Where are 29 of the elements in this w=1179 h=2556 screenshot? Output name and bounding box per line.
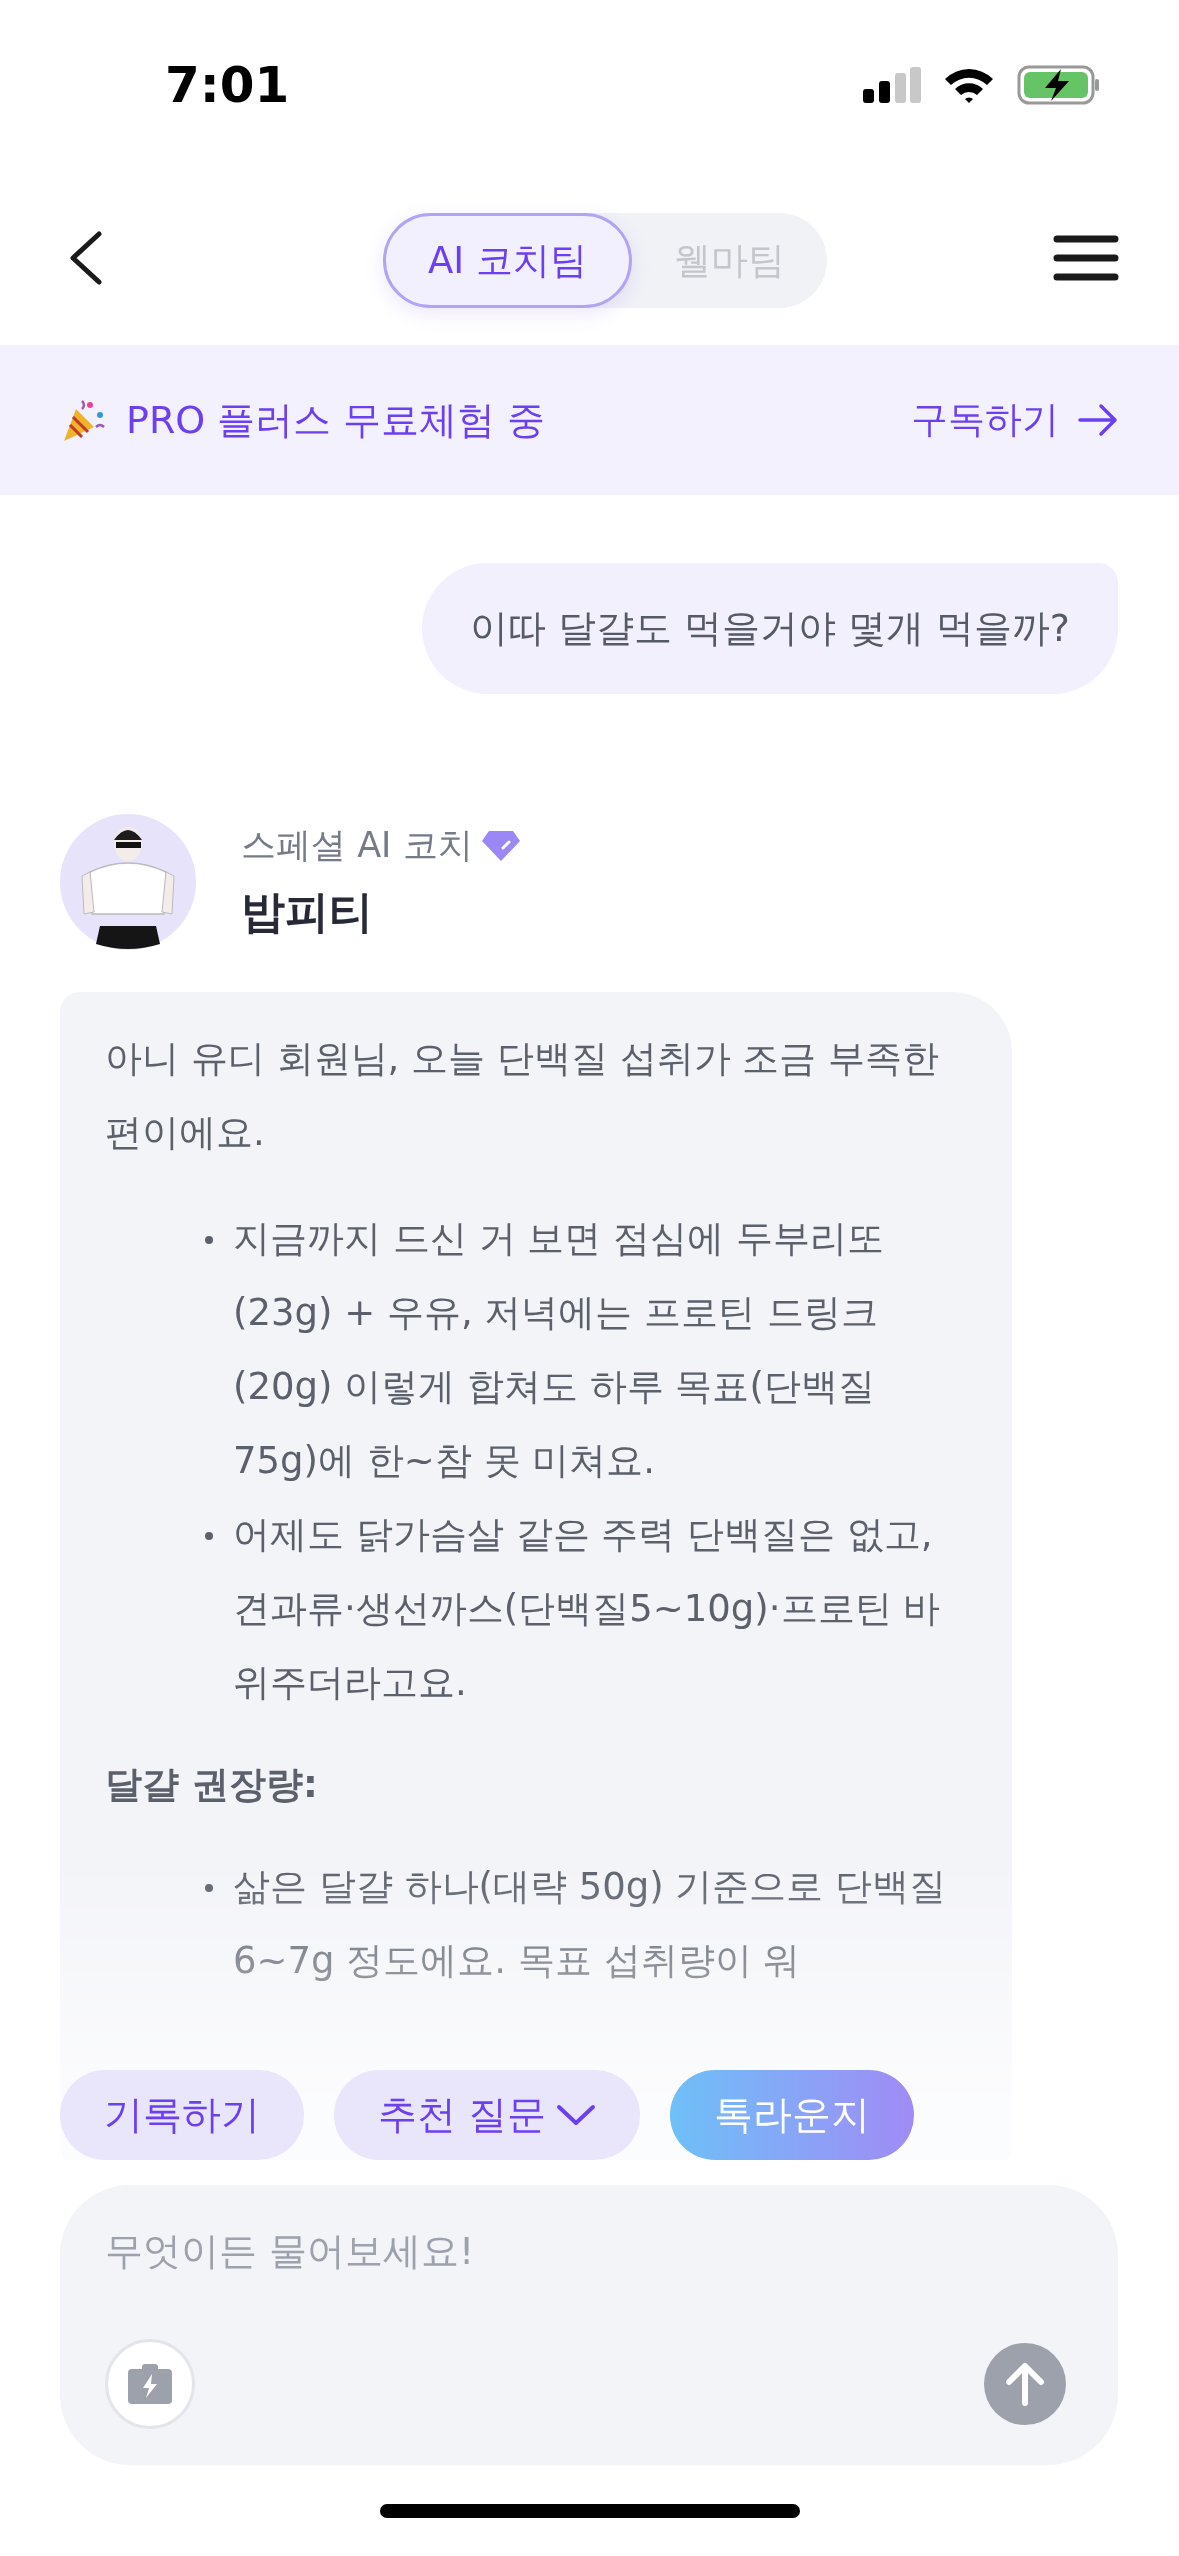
message-heading: 달걀 권장량:	[105, 1762, 319, 1808]
coach-type-label: 스페셜 AI 코치	[241, 824, 473, 867]
camera-flash-icon	[128, 2364, 172, 2404]
bullet-icon	[205, 1532, 213, 1540]
back-icon[interactable]	[68, 230, 104, 285]
message-paragraph: 아니 유디 회원님, 오늘 단백질 섭취가 조금 부족한 편이에요.	[105, 1036, 941, 1156]
arrow-icon	[1077, 403, 1119, 437]
arrow-up-icon	[1005, 2362, 1045, 2406]
list-item-text: 삶은 달걀 하나(대략 50g) 기준으로 단백질 6~7g 정도에요. 목표 섭취량이 워	[233, 1864, 948, 1984]
menu-icon[interactable]	[1053, 233, 1119, 282]
message-input[interactable]: 무엇이든 물어보세요!	[45, 2229, 1066, 2273]
team-tab[interactable]: AI 코치팀	[383, 213, 632, 308]
record-button[interactable]: 기록하기	[60, 2070, 304, 2160]
list-item-text: 어제도 닭가슴살 같은 주력 단백질은 없고, 견과류·생선까스(단백질5~10g)·프로틴 바 위주더라고요.	[233, 1512, 942, 1706]
chevron-down-icon	[556, 2103, 597, 2127]
bullet-icon	[205, 1884, 213, 1892]
bullet-icon	[205, 1236, 213, 1244]
signal-icon	[863, 67, 921, 103]
status-time: 7:01	[165, 56, 290, 114]
trial-status-text: PRO 플러스 무료체험 중	[126, 396, 546, 444]
avatar-icon	[60, 814, 196, 950]
battery-icon	[1017, 65, 1101, 105]
list-item-text: 지금까지 드신 거 보면 점심에 두부리또(23g) + 우유, 저녁에는 프로틴 드링크(20g) 이렇게 합쳐도 하루 목표(단백질 75g)에 한~참 못 미쳐요.	[233, 1216, 885, 1484]
coach-name: 밥피티	[241, 885, 374, 939]
user-message: 이따 달걀도 먹을거야 몇개 먹을까?	[421, 563, 1118, 694]
gem-icon	[480, 828, 521, 863]
wifi-icon	[943, 66, 995, 104]
subscribe-link[interactable]: 구독하기	[911, 395, 1119, 445]
suggested-questions-dropdown[interactable]: 추천 질문	[334, 2070, 641, 2160]
